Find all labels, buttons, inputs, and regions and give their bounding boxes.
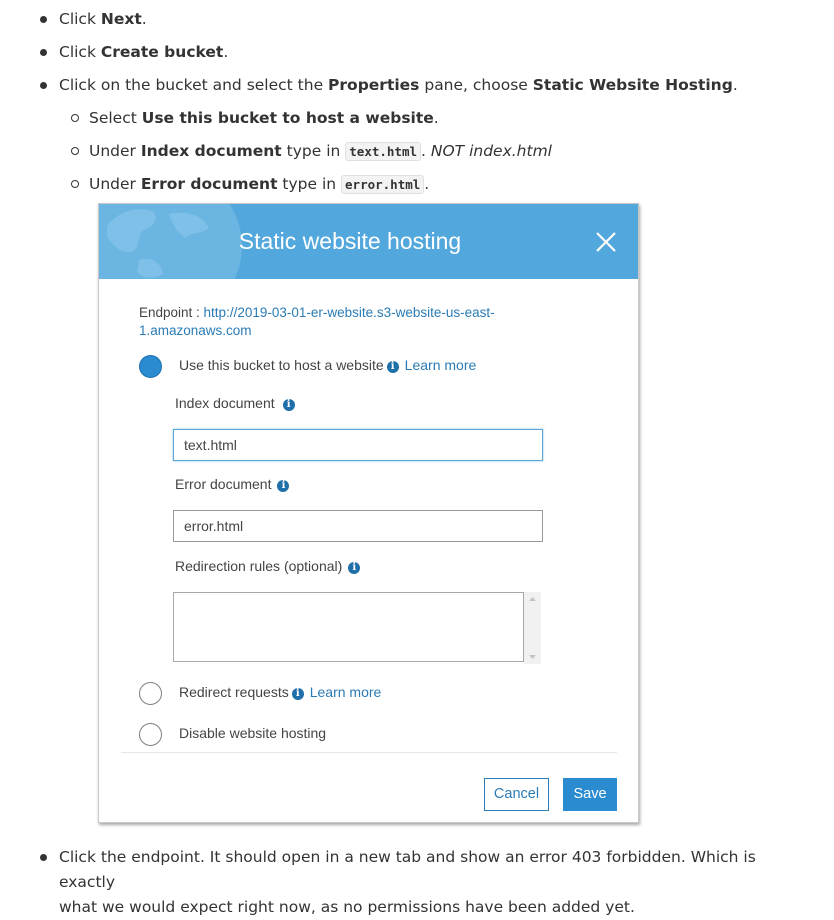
step-properties: Click on the bucket and select the Prope… [59,76,738,94]
redirection-rules-textarea[interactable] [173,592,524,662]
bullet-dot [40,82,47,89]
index-document-input[interactable] [173,429,543,461]
host-website-label: Use this bucket to host a website i Learn … [179,357,477,373]
learn-more-link[interactable]: Learn more [405,357,477,373]
endpoint-text: Endpoint : http://2019-03-01-er-website.… [139,305,495,338]
radio-redirect-requests[interactable] [139,682,162,705]
inline-code: error.html [341,175,425,194]
substep-error-document: Under Error document type in error.html. [89,175,430,194]
save-button[interactable]: Save [563,778,617,811]
radio-disable-hosting[interactable] [139,723,162,746]
sub-bullet-circle [71,114,79,122]
info-icon[interactable]: i [277,480,290,492]
bullet-dot [40,16,47,23]
redirection-rules-label: Redirection rules (optional) i [175,558,361,574]
step-next: Click Next. [59,10,147,28]
info-icon[interactable]: i [291,688,304,700]
redirect-requests-label: Redirect requests i Learn more [179,684,382,700]
sub-bullet-circle [71,180,79,188]
substep-host-website: Select Use this bucket to host a website… [89,109,439,127]
footer-divider [121,752,617,753]
inline-code: text.html [345,142,422,161]
step-create-bucket: Click Create bucket. [59,43,229,61]
cancel-button[interactable]: Cancel [484,778,549,811]
bullet-dot [40,49,47,56]
info-icon[interactable]: i [282,399,295,411]
close-icon[interactable] [594,230,618,254]
static-website-hosting-dialog: Static website hosting Endpoint : http:/… [98,203,639,823]
scroll-down-icon[interactable] [524,650,541,664]
dialog-title: Static website hosting [238,228,462,254]
index-document-label: Index document i [175,395,295,411]
scroll-up-icon[interactable] [524,592,541,606]
disable-hosting-label: Disable website hosting [179,725,327,741]
substep-index-document: Under Index document type in text.html. … [89,142,552,161]
info-icon[interactable]: i [348,562,361,574]
bullet-dot [40,854,47,861]
info-icon[interactable]: i [386,361,399,373]
learn-more-link[interactable]: Learn more [310,684,382,700]
sub-bullet-circle [71,147,79,155]
radio-host-website[interactable] [139,355,162,378]
error-document-input[interactable] [173,510,543,542]
dialog-header: Static website hosting [99,204,638,279]
textarea-scrollbar[interactable] [524,592,541,664]
step-click-endpoint: Click the endpoint. It should open in a … [59,848,756,916]
error-document-label: Error document i [175,476,290,492]
